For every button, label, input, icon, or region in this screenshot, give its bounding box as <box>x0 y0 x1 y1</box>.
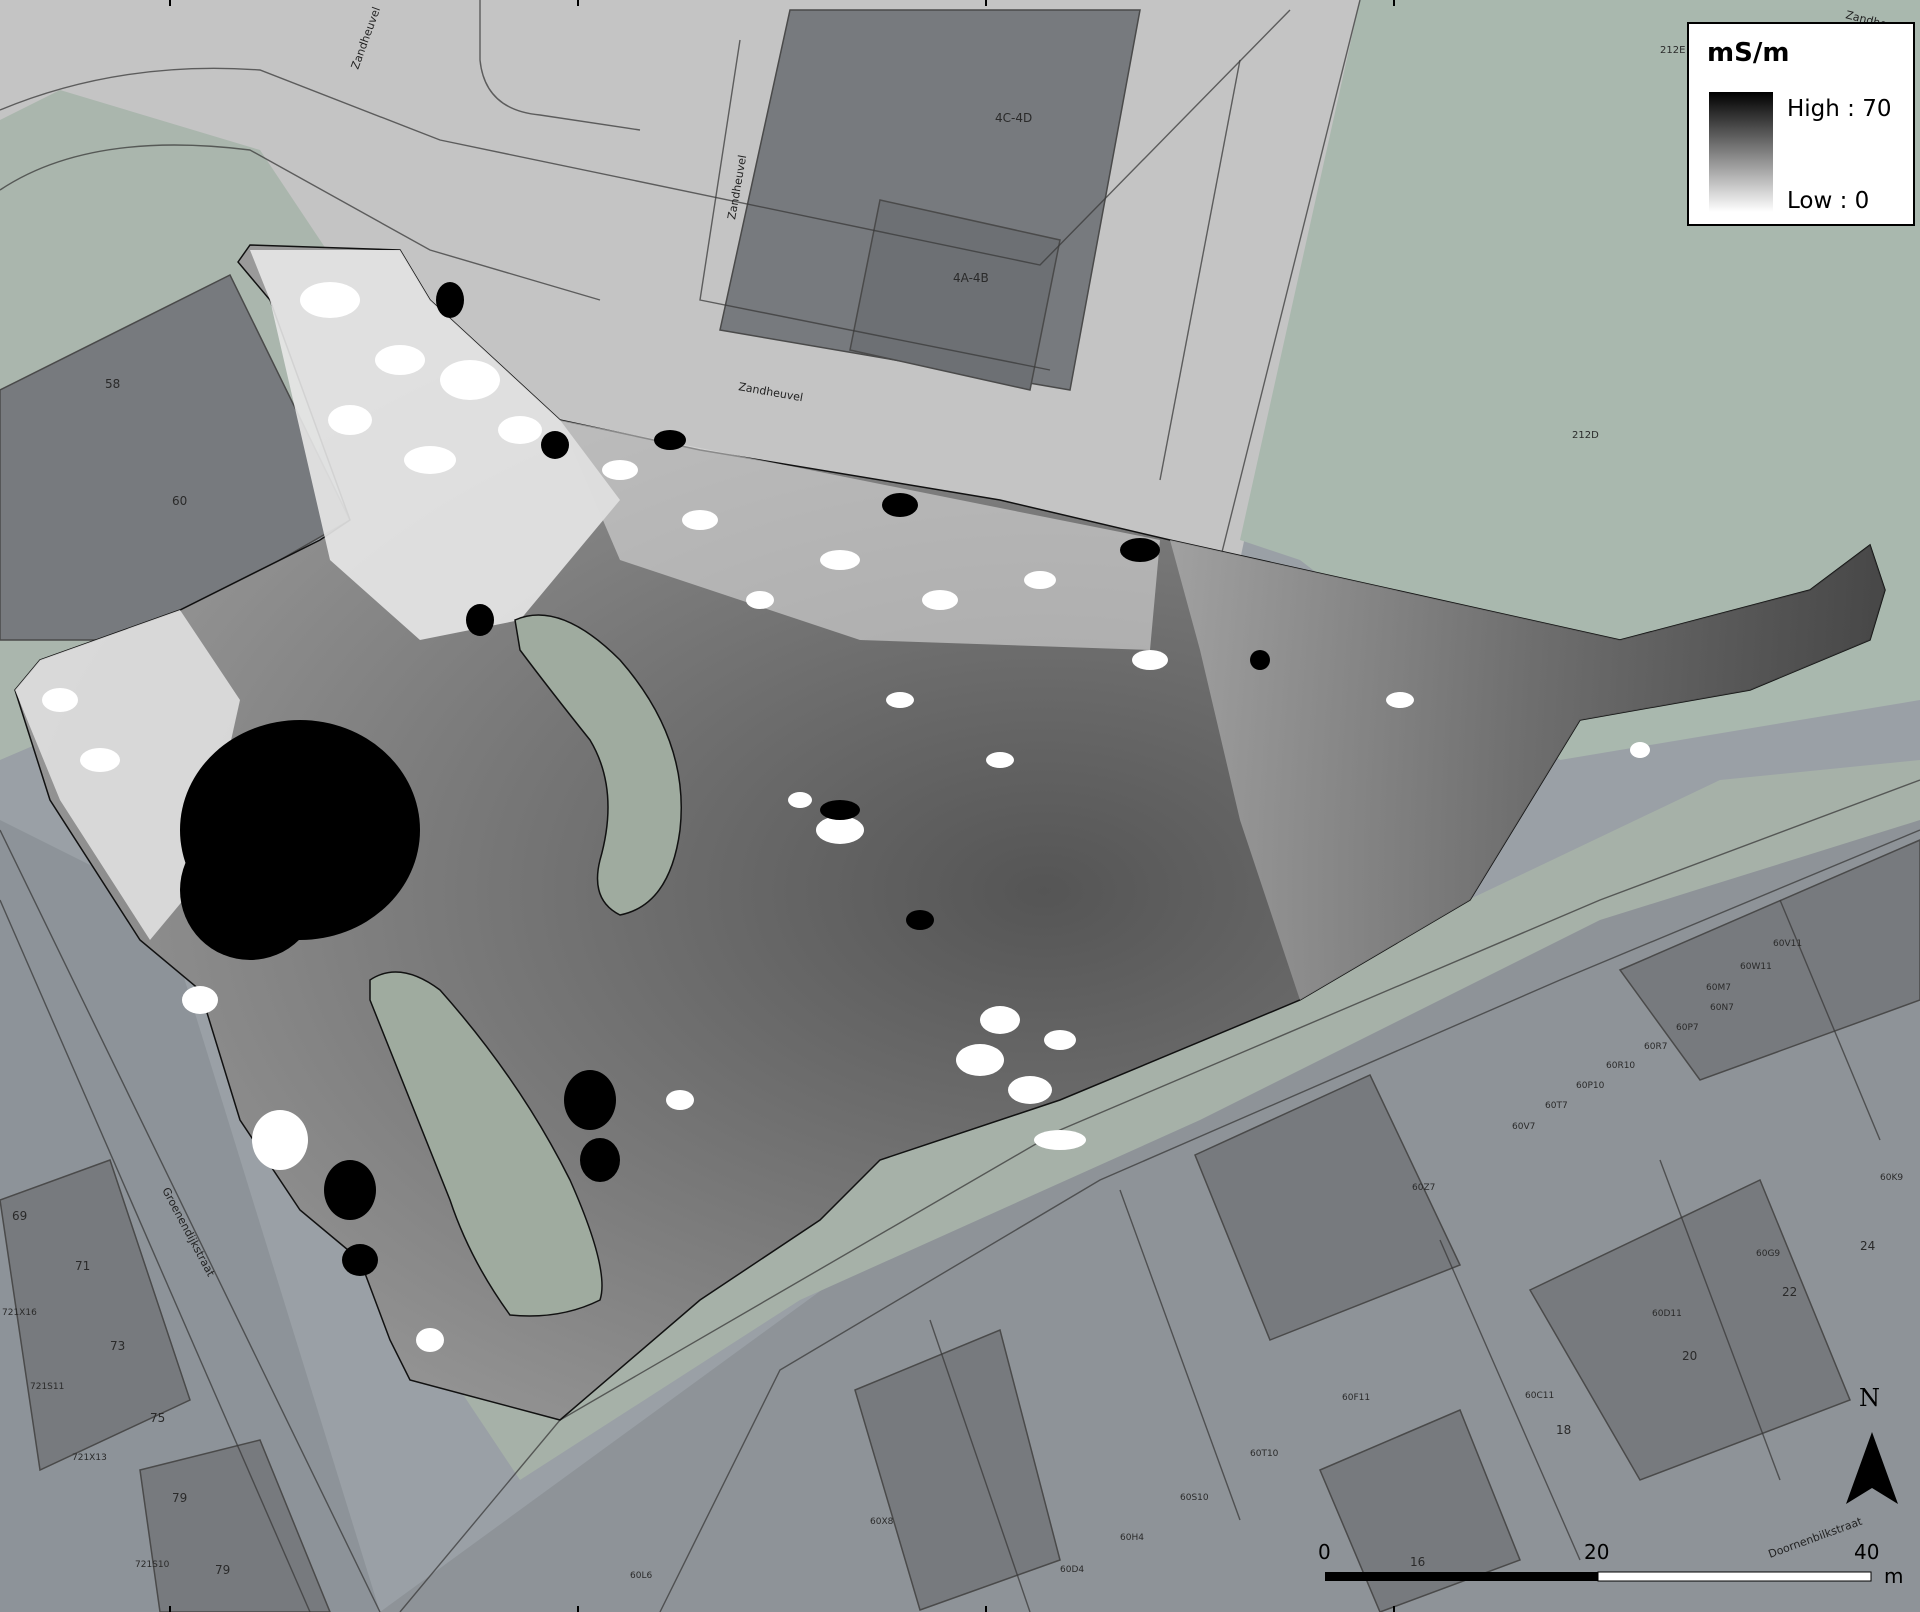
parcel-label: 60K9 <box>1880 1173 1903 1183</box>
parcel-label: 60T7 <box>1545 1101 1568 1111</box>
parcel-label: 60M7 <box>1706 983 1731 993</box>
parcel-label: 721X13 <box>72 1453 107 1463</box>
parcel-label: 60V11 <box>1773 939 1802 949</box>
legend-title: mS/m <box>1707 38 1790 68</box>
legend-low-label: Low : 0 <box>1787 188 1870 214</box>
parcel-label: 24 <box>1860 1239 1875 1253</box>
scale-unit: m <box>1884 1564 1904 1588</box>
parcel-label: 4C-4D <box>995 111 1032 125</box>
parcel-label: 721X16 <box>2 1308 37 1318</box>
parcel-label: 60G9 <box>1756 1249 1780 1259</box>
parcel-label: 73 <box>110 1339 125 1353</box>
scale-tick-20: 20 <box>1584 1540 1610 1564</box>
parcel-label: 60T10 <box>1250 1449 1279 1459</box>
parcel-label: 721S11 <box>30 1382 64 1392</box>
north-label: N <box>1859 1384 1880 1412</box>
parcel-label: 60S10 <box>1180 1493 1209 1503</box>
parcel-label: 79 <box>172 1491 187 1505</box>
map-canvas[interactable]: Zandheuvel Zandheuvel Zandheuvel Zandheu… <box>0 0 1920 1612</box>
parcel-label: 60L6 <box>630 1571 652 1581</box>
parcel-label: 60P10 <box>1576 1081 1605 1091</box>
parcel-label: 4A-4B <box>953 271 989 285</box>
legend: mS/m High : 70 Low : 0 <box>1687 22 1915 226</box>
legend-color-ramp <box>1709 92 1773 212</box>
parcel-label: 69 <box>12 1209 27 1223</box>
parcel-label: 60N7 <box>1710 1003 1734 1013</box>
parcel-label: 721S10 <box>135 1560 170 1570</box>
parcel-label: 20 <box>1682 1349 1697 1363</box>
parcel-label: 71 <box>75 1259 90 1273</box>
parcel-label: 60D11 <box>1652 1309 1682 1319</box>
parcel-label: 212D <box>1572 430 1599 441</box>
parcel-label: 75 <box>150 1411 165 1425</box>
parcel-label: 60 <box>172 494 187 508</box>
parcel-label: 18 <box>1556 1423 1571 1437</box>
parcel-label: 60D4 <box>1060 1565 1084 1575</box>
parcel-label: 60V7 <box>1512 1122 1535 1132</box>
scale-bar <box>1325 1571 1872 1582</box>
scale-tick-0: 0 <box>1318 1540 1331 1564</box>
parcel-label: 58 <box>105 377 120 391</box>
parcel-label: 60P7 <box>1676 1023 1699 1033</box>
legend-high-label: High : 70 <box>1787 96 1892 122</box>
parcel-label: 60X8 <box>870 1517 894 1527</box>
parcel-label: 60H4 <box>1120 1533 1144 1543</box>
parcel-label: 60F11 <box>1342 1393 1370 1403</box>
parcel-label: 60R10 <box>1606 1061 1635 1071</box>
parcel-label: 79 <box>215 1563 230 1577</box>
scale-tick-40: 40 <box>1854 1540 1880 1564</box>
parcel-label: 60C11 <box>1525 1391 1554 1401</box>
parcel-label: 60W11 <box>1740 962 1772 972</box>
parcel-label: 60R7 <box>1644 1042 1667 1052</box>
parcel-label: 22 <box>1782 1285 1797 1299</box>
parcel-label: 16 <box>1410 1555 1425 1569</box>
parcel-label: 212E <box>1660 45 1685 56</box>
parcel-label: 60Z7 <box>1412 1183 1435 1193</box>
